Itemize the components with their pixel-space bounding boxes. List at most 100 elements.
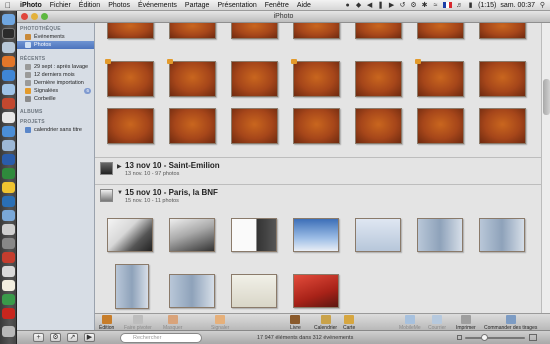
menu-partage[interactable]: Partage: [181, 2, 214, 9]
print-button[interactable]: Imprimer: [456, 315, 476, 331]
photo-thumbnail[interactable]: [293, 274, 339, 308]
mail-icon[interactable]: [2, 42, 15, 53]
mobileme-button[interactable]: MobileMe: [399, 315, 421, 331]
photo-thumbnail[interactable]: [115, 264, 149, 309]
wifi-icon[interactable]: ≈: [432, 2, 439, 9]
action-gear-button[interactable]: ⚙: [50, 333, 61, 342]
hide-button[interactable]: Masquer: [163, 315, 182, 331]
photo-thumbnail[interactable]: [355, 218, 401, 252]
slideshow-button[interactable]: ▶: [84, 333, 95, 342]
finder-icon[interactable]: [2, 14, 15, 25]
calendar-button[interactable]: Calendrier: [314, 315, 337, 331]
word-icon[interactable]: [2, 154, 15, 165]
skype-icon[interactable]: ●: [344, 2, 351, 9]
menu-fenetre[interactable]: Fenêtre: [261, 2, 293, 9]
photo-thumbnail[interactable]: [107, 108, 154, 144]
photo-thumbnail[interactable]: [293, 218, 339, 252]
apple-menu-icon[interactable]: : [0, 1, 16, 10]
photo-thumbnail[interactable]: [231, 108, 278, 144]
photo-thumbnail[interactable]: [231, 274, 277, 308]
photo-thumbnail[interactable]: [169, 23, 216, 39]
event-header-paris-bnf[interactable]: ▼ 15 nov 10 - Paris, la BNF 15 nov. 10 -…: [95, 184, 541, 206]
photo-thumbnail[interactable]: [355, 108, 402, 144]
preview-icon[interactable]: [2, 140, 15, 151]
zoom-button[interactable]: [41, 13, 48, 20]
photo-thumbnail[interactable]: [479, 23, 526, 39]
add-button[interactable]: +: [33, 333, 44, 342]
photo-thumbnail[interactable]: [355, 61, 402, 97]
rotate-button[interactable]: Faire pivoter: [124, 315, 152, 331]
flag-button[interactable]: Signaler: [211, 315, 229, 331]
photo-thumbnail[interactable]: [415, 59, 464, 97]
volume-icon[interactable]: ♬: [456, 2, 463, 9]
menu-evenements[interactable]: Événements: [134, 2, 181, 9]
search-input[interactable]: Rechercher: [120, 333, 202, 343]
photo-thumbnail[interactable]: [291, 59, 340, 97]
book-button[interactable]: Livre: [290, 315, 301, 331]
menu-photos[interactable]: Photos: [104, 2, 134, 9]
zoom-slider[interactable]: [465, 337, 525, 339]
menu-presentation[interactable]: Présentation: [213, 2, 260, 9]
photo-thumbnail[interactable]: [167, 59, 216, 97]
forward-icon[interactable]: ▶: [388, 2, 395, 9]
trash-dock-icon[interactable]: [2, 326, 15, 337]
photo-thumbnail[interactable]: [479, 61, 526, 97]
sidebar-item-recent-event[interactable]: 29 sept : après lavage: [17, 63, 94, 71]
itunes-icon[interactable]: [2, 126, 15, 137]
safari-icon[interactable]: [2, 70, 15, 81]
photo-thumbnail[interactable]: [417, 23, 464, 39]
bluetooth-icon[interactable]: ✱: [421, 2, 428, 9]
sidebar-item-flagged[interactable]: Signalées 6: [17, 87, 94, 95]
card-button[interactable]: Carte: [343, 315, 355, 331]
spotlight-icon[interactable]: ⚲: [539, 2, 546, 9]
menu-edition[interactable]: Édition: [75, 2, 104, 9]
calendar-app-icon[interactable]: [2, 112, 15, 123]
battery-time[interactable]: (1:15): [478, 2, 496, 9]
dashboard-icon[interactable]: [2, 28, 15, 39]
app-icon[interactable]: [2, 210, 15, 221]
library-section-header[interactable]: PHOTOTHÈQUE: [17, 23, 94, 33]
photo-thumbnail[interactable]: [479, 218, 525, 252]
globe-icon[interactable]: [2, 294, 15, 305]
acrobat-icon[interactable]: [2, 308, 15, 319]
sidebar-item-trash[interactable]: Corbeille: [17, 95, 94, 103]
close-button[interactable]: [21, 13, 28, 20]
photo-thumbnail[interactable]: [479, 108, 526, 144]
zoom-slider-knob[interactable]: [481, 334, 488, 341]
play-pause-icon[interactable]: ❚: [377, 2, 384, 9]
photo-thumbnail[interactable]: [169, 274, 215, 308]
order-prints-button[interactable]: Commander des tirages: [484, 315, 537, 331]
photo-thumbnail[interactable]: [105, 59, 154, 97]
disclosure-triangle-icon[interactable]: ▶: [117, 163, 122, 170]
sidebar-item-events[interactable]: Événements: [17, 33, 94, 41]
sidebar-item-photos[interactable]: Photos: [17, 41, 94, 49]
photo-thumbnail[interactable]: [231, 23, 278, 39]
fullscreen-button[interactable]: ↗: [67, 333, 78, 342]
menu-aide[interactable]: Aide: [293, 2, 315, 9]
zoom-in-icon[interactable]: [529, 334, 537, 341]
dropbox-icon[interactable]: ◆: [355, 2, 362, 9]
scroll-thumb[interactable]: [543, 79, 550, 115]
photo-thumbnail[interactable]: [107, 218, 153, 252]
sidebar-item-last-import[interactable]: Dernière importation: [17, 79, 94, 87]
photoshop-icon[interactable]: [2, 196, 15, 207]
utility-icon[interactable]: [2, 266, 15, 277]
zoom-out-icon[interactable]: [457, 335, 462, 340]
photo-thumbnail[interactable]: [293, 23, 340, 39]
minimize-button[interactable]: [31, 13, 38, 20]
sidebar-item-calendar-project[interactable]: calendrier sans titre: [17, 126, 94, 134]
firefox-icon[interactable]: [2, 56, 15, 67]
sidebar-item-last-12-months[interactable]: 12 derniers mois: [17, 71, 94, 79]
menu-clock[interactable]: sam. 00:37: [500, 2, 535, 9]
time-machine-icon[interactable]: ↺: [399, 2, 406, 9]
adium-icon[interactable]: [2, 182, 15, 193]
photo-thumbnail[interactable]: [417, 108, 464, 144]
disclosure-triangle-icon[interactable]: ▼: [117, 190, 123, 196]
email-button[interactable]: Courrier: [428, 315, 446, 331]
photo-thumbnail[interactable]: [169, 218, 215, 252]
camera-icon[interactable]: [2, 238, 15, 249]
sync-icon[interactable]: ⚙: [410, 2, 417, 9]
photo-thumbnail[interactable]: [417, 218, 463, 252]
rewind-icon[interactable]: ◀: [366, 2, 373, 9]
french-flag-icon[interactable]: [443, 2, 453, 8]
